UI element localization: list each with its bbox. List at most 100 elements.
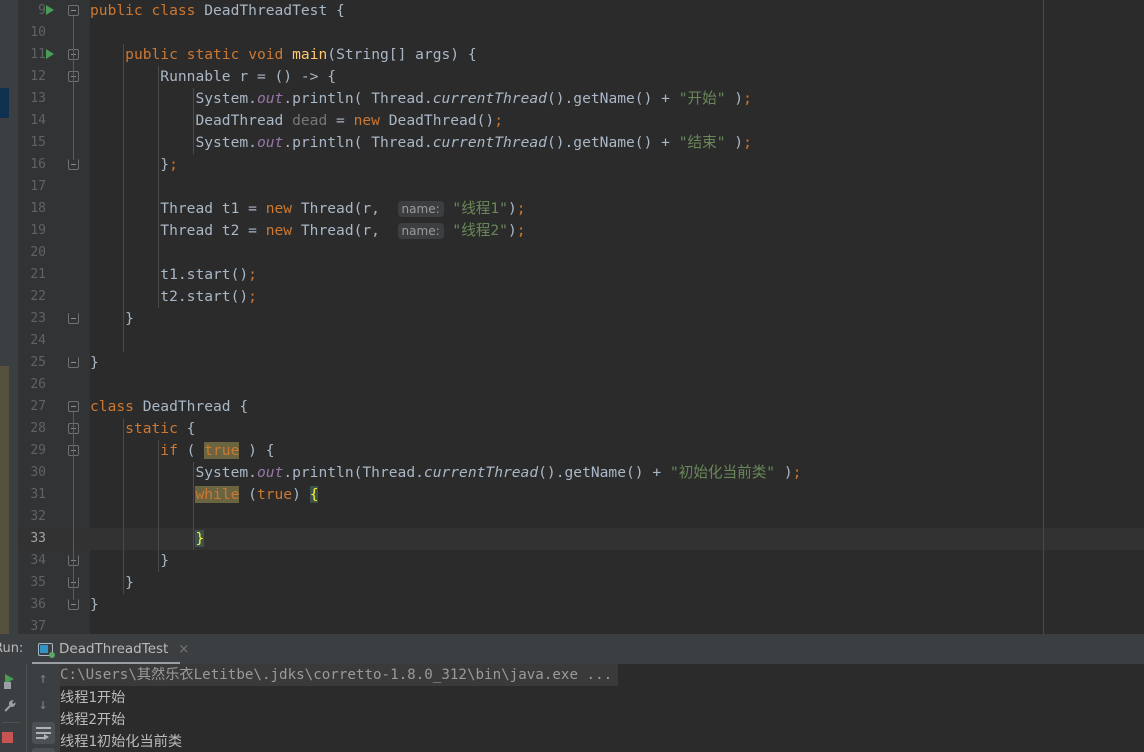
rerun-button[interactable]	[2, 666, 24, 690]
code-surface[interactable]: public class DeadThreadTest { public sta…	[90, 0, 1144, 634]
code-token: currentThread	[423, 464, 539, 481]
code-token: Thread	[160, 222, 214, 239]
fold-end-icon[interactable]	[68, 599, 79, 610]
gutter-row[interactable]: 34	[18, 550, 90, 572]
code-line[interactable]: Thread t1 = new Thread(r, name: "线程1");	[90, 198, 1144, 220]
code-line[interactable]: }	[90, 594, 1144, 616]
run-gutter-icon[interactable]	[46, 49, 54, 59]
code-line[interactable]: static {	[90, 418, 1144, 440]
fold-end-icon[interactable]	[68, 159, 79, 170]
code-token: t1.start()	[160, 266, 249, 283]
scroll-up-button[interactable]: ↑	[35, 670, 51, 686]
gutter-row[interactable]: 19	[18, 220, 90, 242]
code-token: if	[160, 442, 178, 459]
code-token: System	[195, 464, 249, 481]
gutter-row[interactable]: 33	[18, 528, 90, 550]
code-token: ;	[169, 156, 178, 173]
gutter-row[interactable]: 32	[18, 506, 90, 528]
gutter-row[interactable]: 20	[18, 242, 90, 264]
code-token: .	[423, 90, 433, 107]
gutter-row[interactable]: 15	[18, 132, 90, 154]
code-line[interactable]: Runnable r = () -> {	[90, 66, 1144, 88]
code-line[interactable]: }	[90, 352, 1144, 374]
code-line[interactable]: while (true) {	[90, 484, 1144, 506]
fold-collapse-icon[interactable]	[68, 5, 79, 16]
code-line[interactable]: System.out.println( Thread.currentThread…	[90, 132, 1144, 154]
code-editor[interactable]: 9 10 11 12 13 14 15 16 17 18 19 20 21 22 23 24 25 26 27 28 2…	[0, 0, 1144, 634]
gutter-row[interactable]: 14	[18, 110, 90, 132]
code-line[interactable]: }	[90, 550, 1144, 572]
gutter-row[interactable]: 25	[18, 352, 90, 374]
gutter-row[interactable]: 11	[18, 44, 90, 66]
gutter-row[interactable]: 31	[18, 484, 90, 506]
gutter-row[interactable]: 28	[18, 418, 90, 440]
gutter-row[interactable]: 12	[18, 66, 90, 88]
gutter-row[interactable]: 26	[18, 374, 90, 396]
code-token: .	[415, 464, 424, 481]
gutter-row[interactable]: 29	[18, 440, 90, 462]
fold-end-icon[interactable]	[68, 313, 79, 324]
indent-guide	[123, 44, 125, 352]
code-line[interactable]	[90, 616, 1144, 634]
settings-button[interactable]	[3, 699, 17, 713]
fold-end-icon[interactable]	[68, 357, 79, 368]
code-token: ().getName() +	[546, 134, 679, 151]
code-line[interactable]: class DeadThread {	[90, 396, 1144, 418]
fold-collapse-icon[interactable]	[68, 401, 79, 412]
gutter-row[interactable]: 35	[18, 572, 90, 594]
code-line[interactable]: System.out.println( Thread.currentThread…	[90, 88, 1144, 110]
code-token: void	[248, 46, 293, 63]
gutter-row[interactable]: 10	[18, 22, 90, 44]
code-line[interactable]: t2.start();	[90, 286, 1144, 308]
code-token: Runnable	[160, 68, 231, 85]
code-line[interactable]: };	[90, 154, 1144, 176]
code-line[interactable]	[90, 374, 1144, 396]
gutter-row[interactable]: 23	[18, 308, 90, 330]
gutter-row[interactable]: 16	[18, 154, 90, 176]
code-line[interactable]: t1.start();	[90, 264, 1144, 286]
code-line[interactable]: }	[90, 572, 1144, 594]
code-line[interactable]	[90, 506, 1144, 528]
run-tab-deadthreadtest[interactable]: DeadThreadTest ×	[32, 634, 195, 664]
gutter-row[interactable]: 24	[18, 330, 90, 352]
code-line[interactable]: public class DeadThreadTest {	[90, 0, 1144, 22]
soft-wrap-button[interactable]	[32, 722, 55, 744]
indent-guide	[158, 66, 160, 308]
run-gutter-icon[interactable]	[46, 5, 54, 15]
gutter-row[interactable]: 22	[18, 286, 90, 308]
line-number: 32	[30, 509, 46, 524]
gutter-row[interactable]: 17	[18, 176, 90, 198]
code-line[interactable]: DeadThread dead = new DeadThread();	[90, 110, 1144, 132]
code-line[interactable]: }	[90, 308, 1144, 330]
gutter-row[interactable]: 27	[18, 396, 90, 418]
close-icon[interactable]: ×	[178, 642, 189, 657]
code-line[interactable]	[90, 242, 1144, 264]
stop-button[interactable]	[2, 732, 13, 743]
code-token: {	[186, 420, 196, 437]
gutter-row[interactable]: 30	[18, 462, 90, 484]
code-line[interactable]: System.out.println(Thread.currentThread(…	[90, 462, 1144, 484]
gutter-row[interactable]: 9	[18, 0, 90, 22]
scroll-down-button[interactable]: ↓	[35, 696, 51, 712]
print-button[interactable]	[32, 748, 55, 752]
code-line[interactable]: }	[90, 528, 1144, 550]
code-token: DeadThread	[388, 112, 477, 129]
code-line[interactable]: if ( true ) {	[90, 440, 1144, 462]
code-line[interactable]	[90, 176, 1144, 198]
gutter-row[interactable]: 18	[18, 198, 90, 220]
code-line[interactable]: Thread t2 = new Thread(r, name: "线程2");	[90, 220, 1144, 242]
code-line[interactable]: public static void main(String[] args) {	[90, 44, 1144, 66]
editor-gutter[interactable]: 9 10 11 12 13 14 15 16 17 18 19 20 21 22 23 24 25 26 27 28 2…	[18, 0, 90, 634]
code-line[interactable]	[90, 22, 1144, 44]
gutter-row[interactable]: 13	[18, 88, 90, 110]
code-line[interactable]	[90, 330, 1144, 352]
gutter-row[interactable]: 36	[18, 594, 90, 616]
gutter-row[interactable]: 21	[18, 264, 90, 286]
code-token: )	[725, 90, 744, 107]
code-token: .println(	[283, 464, 363, 481]
console-output[interactable]: C:\Users\其然乐衣Letitbe\.jdks\corretto-1.8.…	[60, 664, 1144, 752]
